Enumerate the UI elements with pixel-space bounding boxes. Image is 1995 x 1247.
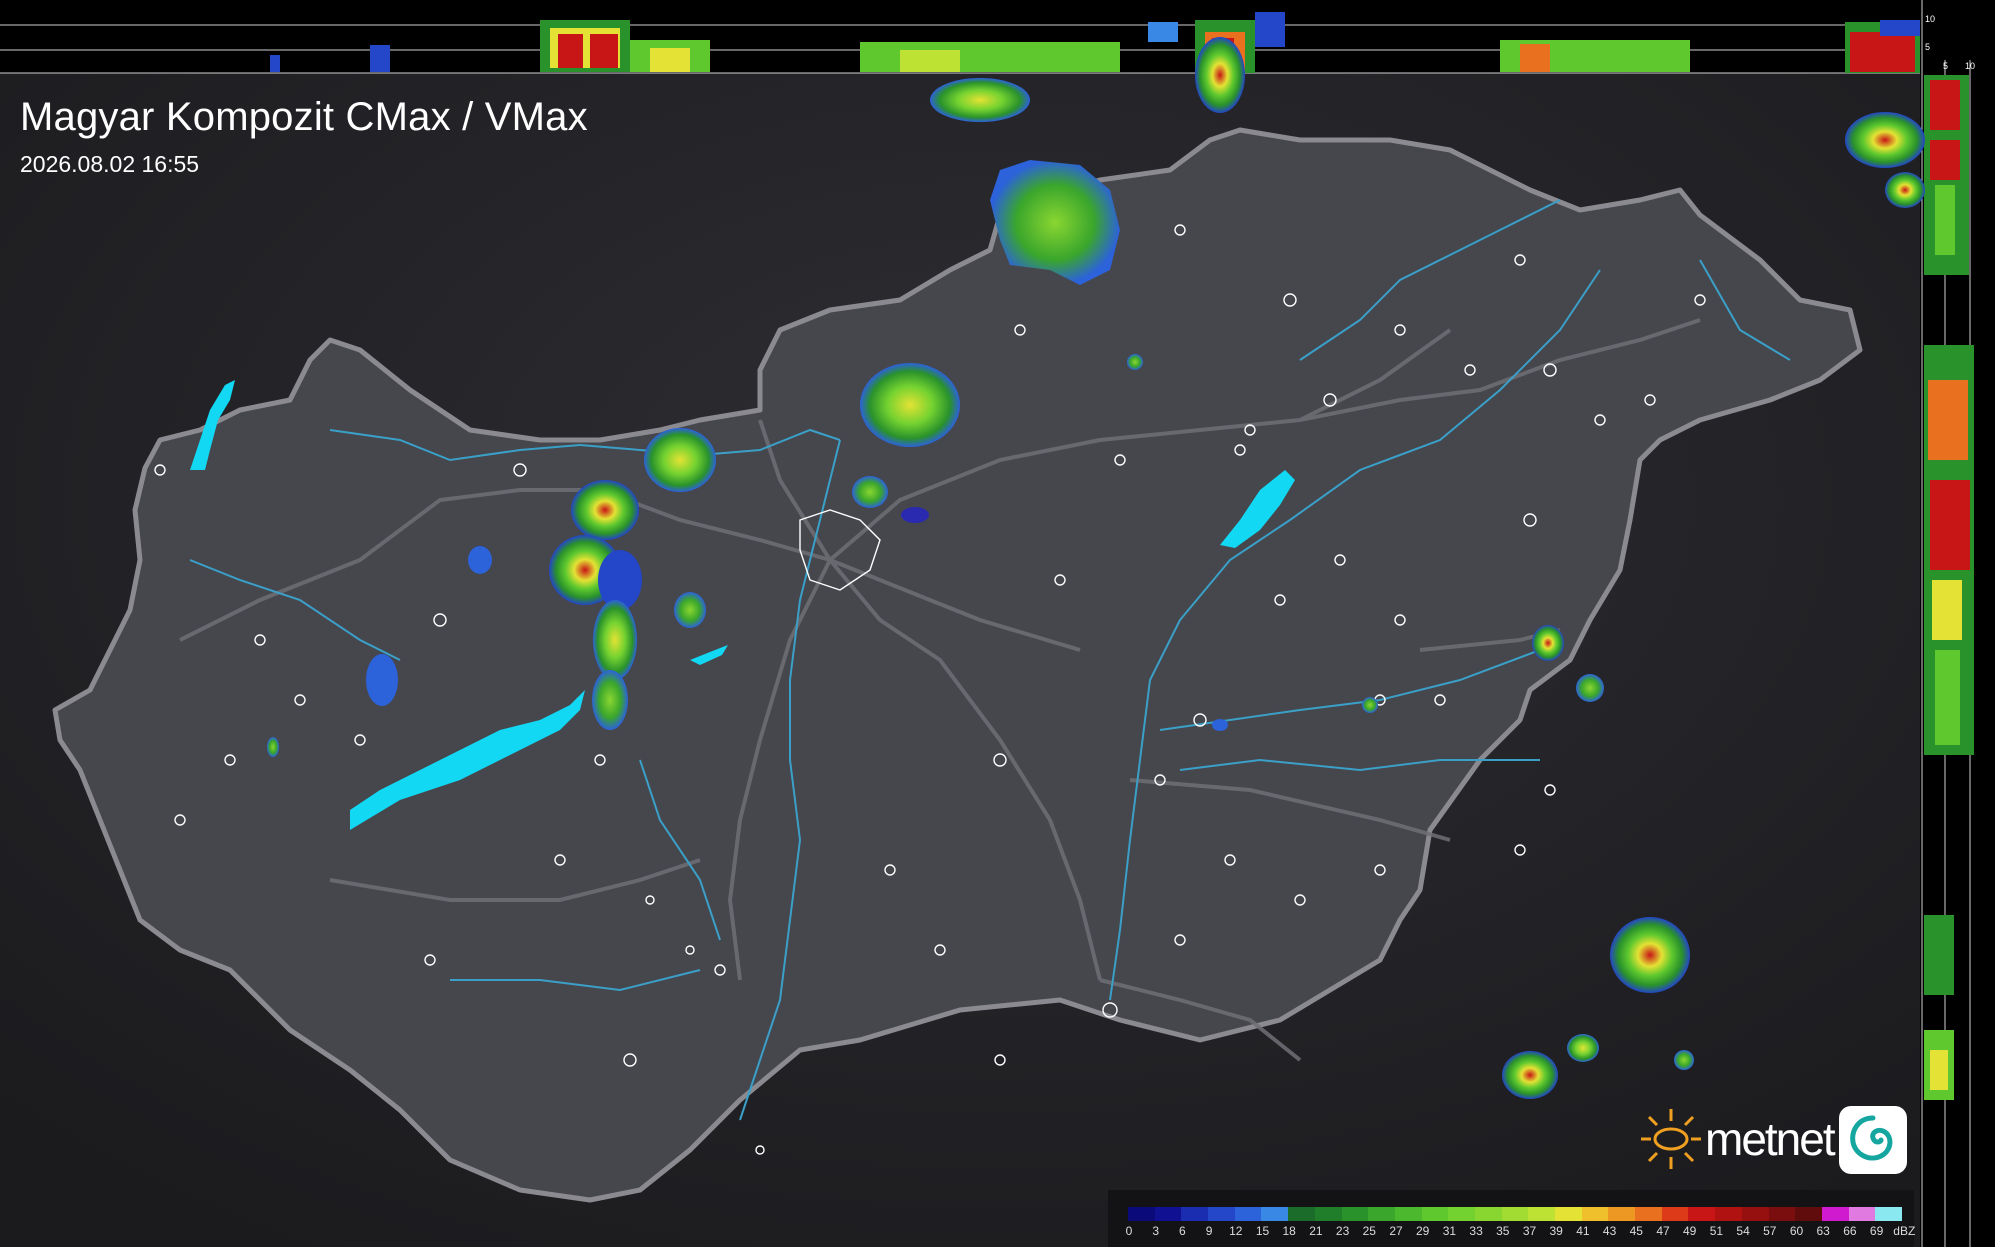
legend-tick-label: 41	[1576, 1224, 1590, 1238]
legend-tick-label: 31	[1442, 1224, 1457, 1238]
side-profile-tick-label: 5	[1943, 61, 1949, 71]
legend-tick-label: 47	[1656, 1224, 1670, 1238]
legend-tick-label: 12	[1229, 1224, 1243, 1238]
legend-swatch	[1394, 1207, 1422, 1221]
legend-swatch	[1501, 1207, 1529, 1221]
legend-tick-label: 57	[1763, 1224, 1777, 1238]
radar-map[interactable]	[0, 0, 1995, 1247]
legend-tick-label: 3	[1152, 1224, 1160, 1238]
legend-swatch	[1821, 1207, 1849, 1221]
legend-tick-label: 51	[1709, 1224, 1724, 1238]
legend-tick-label: 21	[1309, 1224, 1323, 1238]
legend-labels: 0 3 6 9 12 15 18 21 23 25 27 29 31 33 35 37 39 41 43 45 47 49…	[1125, 1224, 1928, 1240]
legend-swatch	[1288, 1207, 1315, 1221]
brand-name: metnet	[1705, 1113, 1836, 1165]
legend-swatch	[1528, 1207, 1555, 1221]
legend-tick-label: 9	[1205, 1224, 1213, 1238]
side-profile-tick-label: 10	[1965, 61, 1976, 71]
legend-swatch	[1581, 1207, 1609, 1221]
legend-swatch	[1341, 1207, 1369, 1221]
legend-swatch	[1154, 1207, 1182, 1221]
dbz-color-legend: 0 3 6 9 12 15 18 21 23 25 27 29 31 33 35 37 39 41 43 45 47 49…	[1108, 1190, 1915, 1247]
legend-tick-label: 43	[1602, 1224, 1617, 1238]
legend-swatch	[1448, 1207, 1475, 1221]
legend-swatch	[1181, 1207, 1209, 1221]
legend-tick-label: 0	[1125, 1224, 1133, 1238]
metnet-logo: metnet	[1635, 1103, 1907, 1175]
sun-icon	[1641, 1109, 1701, 1169]
legend-tick-label: 63	[1816, 1224, 1830, 1238]
legend-tick-label: 49	[1683, 1224, 1697, 1238]
legend-color-bar	[1128, 1207, 1902, 1221]
legend-swatch	[1715, 1207, 1742, 1221]
legend-tick-label: 66	[1843, 1224, 1857, 1238]
legend-swatch	[1474, 1207, 1502, 1221]
legend-tick-label: 35	[1496, 1224, 1510, 1238]
top-profile-tick-label: 10	[1925, 14, 1936, 24]
legend-tick-label: 37	[1522, 1224, 1537, 1238]
legend-tick-label: 33	[1469, 1224, 1483, 1238]
legend-swatch	[1261, 1207, 1289, 1221]
legend-swatch	[1635, 1207, 1662, 1221]
legend-swatch	[1848, 1207, 1876, 1221]
legend-swatch	[1875, 1207, 1902, 1221]
legend-swatch	[1795, 1207, 1822, 1221]
top-profile-tick-label: 5	[1925, 42, 1931, 52]
legend-tick-label: 45	[1629, 1224, 1643, 1238]
legend-tick-label: 39	[1549, 1224, 1563, 1238]
legend-swatch	[1368, 1207, 1395, 1221]
legend-tick-label: 54	[1736, 1224, 1750, 1238]
legend-tick-label: 29	[1416, 1224, 1430, 1238]
legend-swatch	[1768, 1207, 1796, 1221]
legend-swatch	[1741, 1207, 1769, 1221]
swirl-icon	[1839, 1106, 1907, 1174]
legend-tick-label: 69	[1869, 1224, 1884, 1238]
legend-swatch	[1661, 1207, 1689, 1221]
legend-swatch	[1128, 1207, 1155, 1221]
map-title: Magyar Kompozit CMax / VMax	[20, 95, 588, 139]
legend-swatch	[1234, 1207, 1262, 1221]
legend-tick-label: 25	[1362, 1224, 1376, 1238]
legend-tick-label: 18	[1282, 1224, 1296, 1238]
legend-swatch	[1208, 1207, 1235, 1221]
legend-tick-label: 60	[1789, 1224, 1804, 1238]
legend-tick-label: 6	[1179, 1224, 1186, 1238]
map-timestamp: 2026.08.02 16:55	[20, 151, 200, 177]
legend-swatch	[1421, 1207, 1449, 1221]
legend-unit-label: dBZ	[1893, 1224, 1916, 1238]
legend-swatch	[1608, 1207, 1636, 1221]
legend-tick-label: 15	[1255, 1224, 1270, 1238]
legend-tick-label: 27	[1389, 1224, 1403, 1238]
legend-swatch	[1688, 1207, 1716, 1221]
legend-swatch	[1314, 1207, 1342, 1221]
legend-tick-label: 23	[1335, 1224, 1350, 1238]
legend-swatch	[1555, 1207, 1582, 1221]
radar-map-view: Magyar Kompozit CMax / VMax 2026.08.02 1…	[0, 0, 1995, 1247]
